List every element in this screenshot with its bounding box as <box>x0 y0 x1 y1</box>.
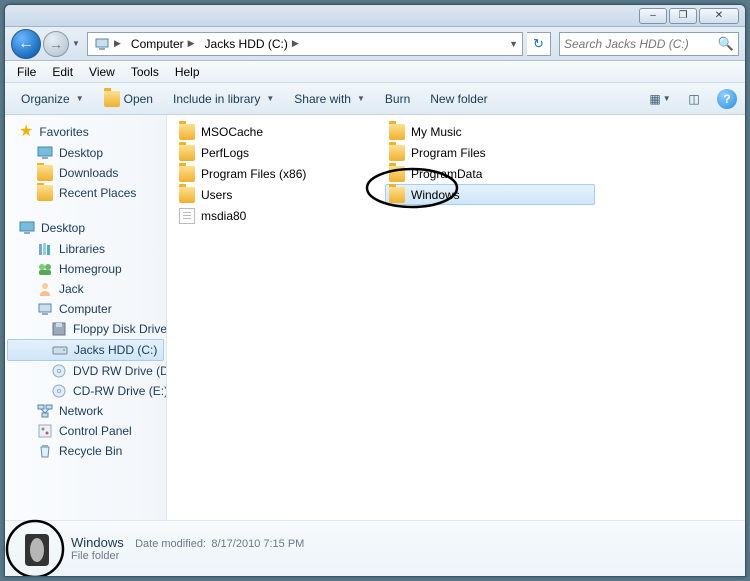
sidebar-item-controlpanel[interactable]: Control Panel <box>5 421 166 441</box>
address-bar[interactable]: ▶ Computer ▶ Jacks HDD (C:) ▶ ▼ <box>87 32 523 56</box>
search-icon: 🔍 <box>718 36 734 52</box>
star-icon: ★ <box>19 124 33 140</box>
breadcrumb-root[interactable]: ▶ <box>90 33 127 55</box>
organize-button[interactable]: Organize▼ <box>13 88 92 110</box>
sidebar-item-network[interactable]: Network <box>5 401 166 421</box>
sidebar-item-dvd[interactable]: DVD RW Drive (D:) <box>5 361 166 381</box>
sidebar-item-homegroup[interactable]: Homegroup <box>5 259 166 279</box>
menu-file[interactable]: File <box>9 62 44 82</box>
include-library-button[interactable]: Include in library▼ <box>165 88 282 110</box>
menu-help[interactable]: Help <box>167 62 208 82</box>
folder-icon <box>179 124 195 140</box>
hdd-icon <box>52 342 68 358</box>
file-list[interactable]: MSOCache PerfLogs Program Files (x86) Us… <box>167 115 745 520</box>
navigation-pane: ★ Favorites Desktop Downloads Recent Pla… <box>5 115 167 520</box>
details-pane: Windows Date modified: 8/17/2010 7:15 PM… <box>5 520 745 576</box>
sidebar-item-downloads[interactable]: Downloads <box>5 163 166 183</box>
view-options-button[interactable]: ▦▼ <box>645 88 675 110</box>
toolbar: Organize▼ Open Include in library▼ Share… <box>5 83 745 115</box>
folder-icon <box>37 185 53 201</box>
back-button[interactable]: ← <box>11 29 41 59</box>
maximize-button[interactable]: ❐ <box>669 8 697 24</box>
folder-icon <box>179 187 195 203</box>
menu-tools[interactable]: Tools <box>123 62 167 82</box>
disc-icon <box>51 383 67 399</box>
history-dropdown[interactable]: ▼ <box>69 34 83 54</box>
new-folder-button[interactable]: New folder <box>422 88 495 110</box>
list-item[interactable]: MSOCache <box>175 121 385 142</box>
favorites-group[interactable]: ★ Favorites <box>5 121 166 143</box>
list-item[interactable]: msdia80 <box>175 205 385 226</box>
list-item[interactable]: Program Files (x86) <box>175 163 385 184</box>
open-button[interactable]: Open <box>96 87 161 111</box>
folder-icon <box>179 166 195 182</box>
user-icon <box>37 281 53 297</box>
menu-edit[interactable]: Edit <box>44 62 81 82</box>
desktop-group[interactable]: Desktop <box>5 217 166 239</box>
minimize-button[interactable]: – <box>639 8 667 24</box>
computer-icon <box>37 301 53 317</box>
sidebar-item-computer[interactable]: Computer <box>5 299 166 319</box>
details-icon <box>15 528 57 570</box>
recycle-bin-icon <box>37 443 53 459</box>
details-modified-value: 8/17/2010 7:15 PM <box>211 538 304 550</box>
explorer-window: – ❐ ✕ ← → ▼ ▶ Computer ▶ Jacks HDD (C:) … <box>4 4 746 577</box>
titlebar: – ❐ ✕ <box>5 5 745 27</box>
breadcrumb-computer[interactable]: Computer ▶ <box>127 33 201 55</box>
folder-open-icon <box>104 91 120 107</box>
refresh-button[interactable]: ↻ <box>527 32 551 56</box>
list-item[interactable]: Users <box>175 184 385 205</box>
floppy-icon <box>51 321 67 337</box>
sidebar-item-user[interactable]: Jack <box>5 279 166 299</box>
preview-pane-button[interactable]: ◫ <box>679 88 709 110</box>
folder-icon <box>179 145 195 161</box>
details-type: File folder <box>71 550 304 562</box>
list-item[interactable]: PerfLogs <box>175 142 385 163</box>
sidebar-item-hdd-selected[interactable]: Jacks HDD (C:) <box>7 339 164 361</box>
chevron-right-icon: ▶ <box>186 38 197 49</box>
sidebar-item-recent[interactable]: Recent Places <box>5 183 166 203</box>
list-item-selected[interactable]: Windows <box>385 184 595 205</box>
sidebar-item-libraries[interactable]: Libraries <box>5 239 166 259</box>
computer-icon <box>94 36 110 52</box>
sidebar-item-desktop[interactable]: Desktop <box>5 143 166 163</box>
sidebar-item-recyclebin[interactable]: Recycle Bin <box>5 441 166 461</box>
navbar: ← → ▼ ▶ Computer ▶ Jacks HDD (C:) ▶ ▼ ↻ … <box>5 27 745 61</box>
details-name: Windows <box>71 535 124 550</box>
folder-icon <box>389 124 405 140</box>
menu-view[interactable]: View <box>81 62 123 82</box>
address-dropdown[interactable]: ▼ <box>507 39 520 49</box>
desktop-icon <box>19 220 35 236</box>
control-panel-icon <box>37 423 53 439</box>
network-icon <box>37 403 53 419</box>
search-input[interactable] <box>564 37 718 51</box>
breadcrumb-drive[interactable]: Jacks HDD (C:) ▶ <box>201 33 305 55</box>
close-button[interactable]: ✕ <box>699 8 739 24</box>
folder-icon <box>389 166 405 182</box>
list-item[interactable]: Program Files <box>385 142 595 163</box>
sidebar-item-cdrw[interactable]: CD-RW Drive (E:) <box>5 381 166 401</box>
chevron-right-icon: ▶ <box>112 38 123 49</box>
forward-button[interactable]: → <box>43 31 69 57</box>
list-item[interactable]: My Music <box>385 121 595 142</box>
disc-icon <box>51 363 67 379</box>
help-button[interactable]: ? <box>717 89 737 109</box>
desktop-icon <box>37 145 53 161</box>
menubar: File Edit View Tools Help <box>5 61 745 83</box>
folder-icon <box>389 145 405 161</box>
burn-button[interactable]: Burn <box>377 88 418 110</box>
folder-icon <box>389 187 405 203</box>
list-item[interactable]: ProgramData <box>385 163 595 184</box>
share-with-button[interactable]: Share with▼ <box>286 88 373 110</box>
libraries-icon <box>37 241 53 257</box>
folder-icon <box>37 165 53 181</box>
search-box[interactable]: 🔍 <box>559 32 739 56</box>
homegroup-icon <box>37 261 53 277</box>
chevron-right-icon: ▶ <box>290 38 301 49</box>
sidebar-item-floppy[interactable]: Floppy Disk Drive ( <box>5 319 166 339</box>
file-icon <box>179 208 195 224</box>
details-modified-label: Date modified: <box>135 538 206 550</box>
